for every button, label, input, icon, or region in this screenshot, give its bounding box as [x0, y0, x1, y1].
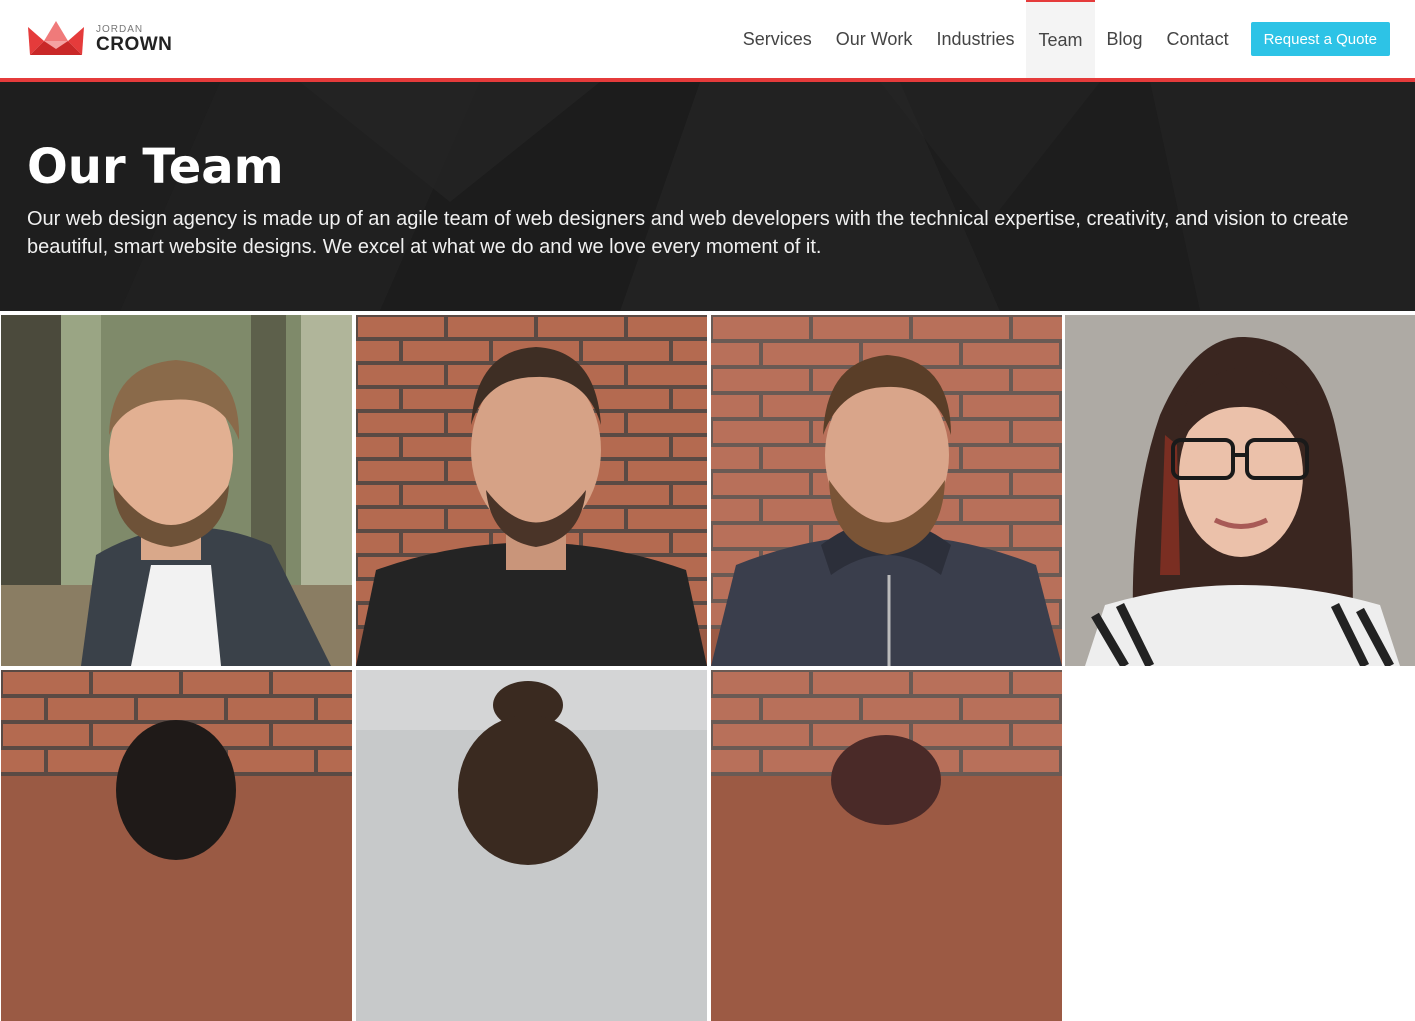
team-member-photo — [711, 315, 1062, 666]
hero-description: Our web design agency is made up of an a… — [27, 208, 1349, 258]
logo[interactable]: JORDAN CROWN — [26, 18, 186, 60]
hero-banner: Our Team Our web design agency is made u… — [0, 82, 1415, 311]
team-member-card[interactable] — [356, 315, 707, 666]
team-member-photo — [1, 670, 352, 1021]
nav-item-services[interactable]: Services — [731, 0, 824, 78]
nav-item-our-work[interactable]: Our Work — [824, 0, 925, 78]
team-member-photo — [356, 315, 707, 666]
crown-logo-icon — [28, 21, 84, 55]
team-member-card[interactable] — [1, 315, 352, 666]
main-nav: Services Our Work Industries Team Blog C… — [731, 0, 1415, 78]
nav-item-team[interactable]: Team — [1026, 0, 1095, 78]
page-title: Our Team — [27, 139, 284, 195]
team-member-card[interactable] — [356, 670, 707, 1021]
team-member-card[interactable] — [711, 315, 1062, 666]
team-member-card[interactable] — [711, 670, 1062, 1021]
hero-background-pattern — [0, 82, 1415, 311]
request-quote-button[interactable]: Request a Quote — [1250, 22, 1390, 56]
nav-item-industries[interactable]: Industries — [924, 0, 1026, 78]
team-member-card[interactable] — [1065, 315, 1415, 666]
nav-item-blog[interactable]: Blog — [1095, 0, 1155, 78]
logo-big-text: CROWN — [96, 33, 173, 55]
team-member-photo — [356, 670, 707, 1021]
team-member-card[interactable] — [1, 670, 352, 1021]
logo-small-text: JORDAN — [96, 23, 144, 35]
nav-item-contact[interactable]: Contact — [1155, 0, 1241, 78]
team-member-photo — [1065, 315, 1415, 666]
site-header: JORDAN CROWN Services Our Work Industrie… — [0, 0, 1415, 78]
team-member-photo — [711, 670, 1062, 1021]
team-member-photo — [1, 315, 352, 666]
